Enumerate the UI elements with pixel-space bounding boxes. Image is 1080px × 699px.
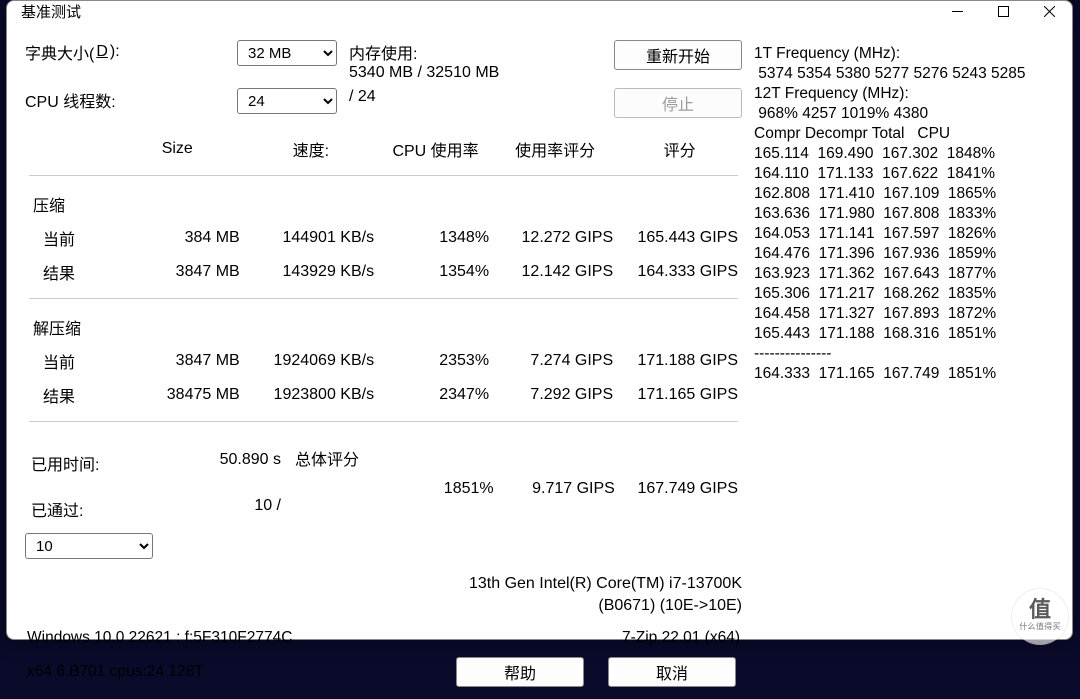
elapsed-label: 已用时间: xyxy=(25,447,180,479)
passes-select[interactable]: 10 xyxy=(25,533,153,559)
results-table: Size 速度: CPU 使用率 使用率评分 评分 压缩 当前 384 MB14… xyxy=(25,132,742,433)
restart-button[interactable]: 重新开始 xyxy=(614,40,742,70)
row-decompress-current: 当前 3847 MB1924069 KB/s 2353%7.274 GIPS17… xyxy=(25,344,742,378)
threads-label: CPU 线程数: xyxy=(25,88,225,112)
cpu-info: 13th Gen Intel(R) Core(TM) i7-13700K (B0… xyxy=(25,573,742,617)
window-controls xyxy=(934,1,1072,22)
row-decompress-result: 结果 38475 MB1923800 KB/s 2347%7.292 GIPS1… xyxy=(25,378,742,412)
dict-size-select[interactable]: 32 MB xyxy=(237,40,337,66)
stop-button: 停止 xyxy=(614,88,742,118)
app-version: 7-Zip 22.01 (x64) xyxy=(622,629,740,647)
help-button[interactable]: 帮助 xyxy=(456,657,584,687)
cancel-button[interactable]: 取消 xyxy=(608,657,736,687)
row-compress-result: 结果 3847 MB143929 KB/s 1354%12.142 GIPS16… xyxy=(25,255,742,289)
col-cpu: CPU 使用率 xyxy=(378,132,493,166)
dict-size-label: 字典大小(D): xyxy=(25,40,225,64)
arch-info: x64 6.B701 cpus:24 128T xyxy=(27,663,204,681)
col-size: Size xyxy=(111,132,244,166)
section-compress: 压缩 xyxy=(25,187,111,221)
maximize-icon[interactable] xyxy=(980,1,1026,22)
minimize-icon[interactable] xyxy=(934,1,980,22)
row-overall: 1851%9.717 GIPS167.749 GIPS xyxy=(287,475,742,503)
col-usage: 使用率评分 xyxy=(493,132,617,166)
row-compress-current: 当前 384 MB144901 KB/s 1348%12.272 GIPS165… xyxy=(25,221,742,255)
threads-select[interactable]: 24 xyxy=(237,88,337,114)
memory-usage: 内存使用: 5340 MB / 32510 MB xyxy=(349,40,602,82)
section-overall: 总体评分 xyxy=(287,441,742,475)
window-title: 基准测试 xyxy=(21,1,81,22)
body: 字典大小(D): 32 MB 内存使用: 5340 MB / 32510 MB … xyxy=(7,22,1072,699)
passes-label: 已通过: xyxy=(25,493,180,525)
table-header-row: Size 速度: CPU 使用率 使用率评分 评分 xyxy=(25,132,742,166)
col-speed: 速度: xyxy=(244,132,378,166)
passes-value: 10 / xyxy=(180,493,287,525)
elapsed-value: 50.890 s xyxy=(180,447,287,479)
log-panel: 1T Frequency (MHz): 5374 5354 5380 5277 … xyxy=(754,40,1054,689)
left-panel: 字典大小(D): 32 MB 内存使用: 5340 MB / 32510 MB … xyxy=(25,40,742,689)
threads-total: / 24 xyxy=(349,88,602,106)
section-decompress: 解压缩 xyxy=(25,310,111,344)
os-info: Windows 10.0 22621 : f:5F310F2774C xyxy=(27,629,292,647)
titlebar: 基准测试 xyxy=(7,1,1072,22)
col-rating: 评分 xyxy=(617,132,742,166)
close-icon[interactable] xyxy=(1026,1,1072,22)
benchmark-window: 基准测试 字典大小(D): 32 MB xyxy=(6,0,1073,640)
